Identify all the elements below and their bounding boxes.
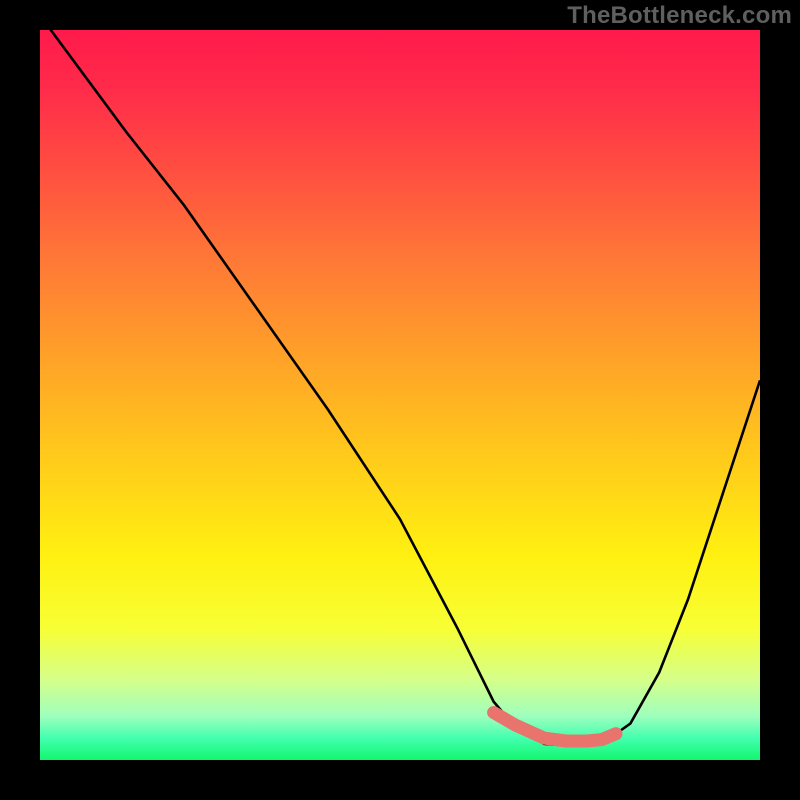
bottleneck-curve xyxy=(40,30,760,760)
chart-plot-area xyxy=(40,30,760,760)
chart-frame: TheBottleneck.com xyxy=(0,0,800,800)
chart-line xyxy=(40,30,760,745)
watermark-text: TheBottleneck.com xyxy=(567,2,792,30)
min-region-marker xyxy=(494,713,616,742)
